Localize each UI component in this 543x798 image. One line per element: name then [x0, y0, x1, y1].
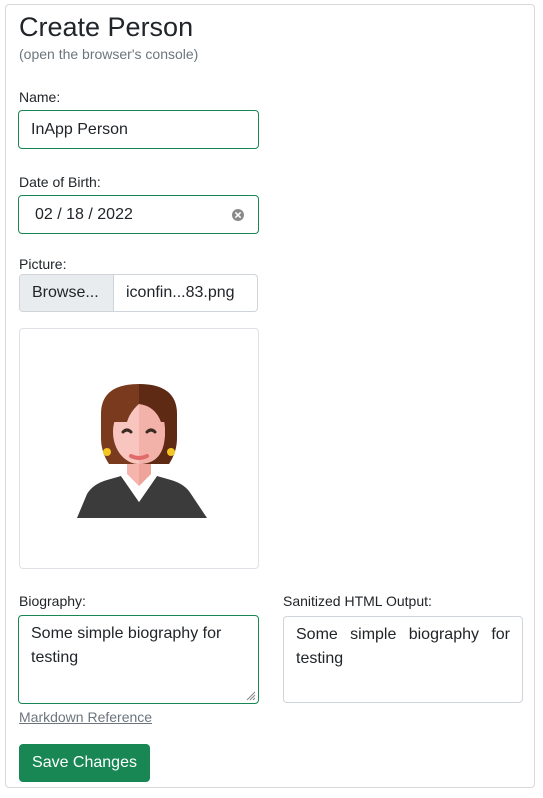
picture-label: Picture: — [19, 256, 67, 272]
save-button[interactable]: Save Changes — [19, 744, 150, 782]
resize-grip-icon[interactable] — [244, 689, 256, 701]
biography-label: Biography: — [19, 593, 86, 609]
dob-label: Date of Birth: — [19, 174, 101, 190]
biography-text: Some simple biography for testing — [31, 625, 222, 666]
sanitized-label: Sanitized HTML Output: — [283, 593, 432, 609]
woman-avatar-icon — [77, 384, 207, 518]
browse-button[interactable]: Browse... — [20, 275, 114, 311]
name-label: Name: — [19, 89, 61, 105]
name-input[interactable]: InApp Person — [18, 110, 259, 149]
picture-file-input[interactable]: Browse... iconfin...83.png — [19, 274, 258, 312]
dob-value: 02 / 18 / 2022 — [35, 206, 133, 223]
picture-preview — [19, 328, 259, 569]
create-person-card: Create Person (open the browser's consol… — [5, 4, 535, 788]
clear-circle-icon[interactable] — [232, 209, 244, 221]
biography-textarea[interactable]: Some simple biography for testing — [18, 615, 259, 704]
dob-input[interactable]: 02 / 18 / 2022 — [18, 195, 259, 234]
markdown-reference-link[interactable]: Markdown Reference — [19, 709, 152, 725]
page-title: Create Person — [19, 12, 194, 42]
selected-file-name: iconfin...83.png — [126, 284, 235, 301]
sanitized-output: Some simple biography for testing — [283, 616, 523, 703]
page-subtitle: (open the browser's console) — [19, 46, 199, 62]
